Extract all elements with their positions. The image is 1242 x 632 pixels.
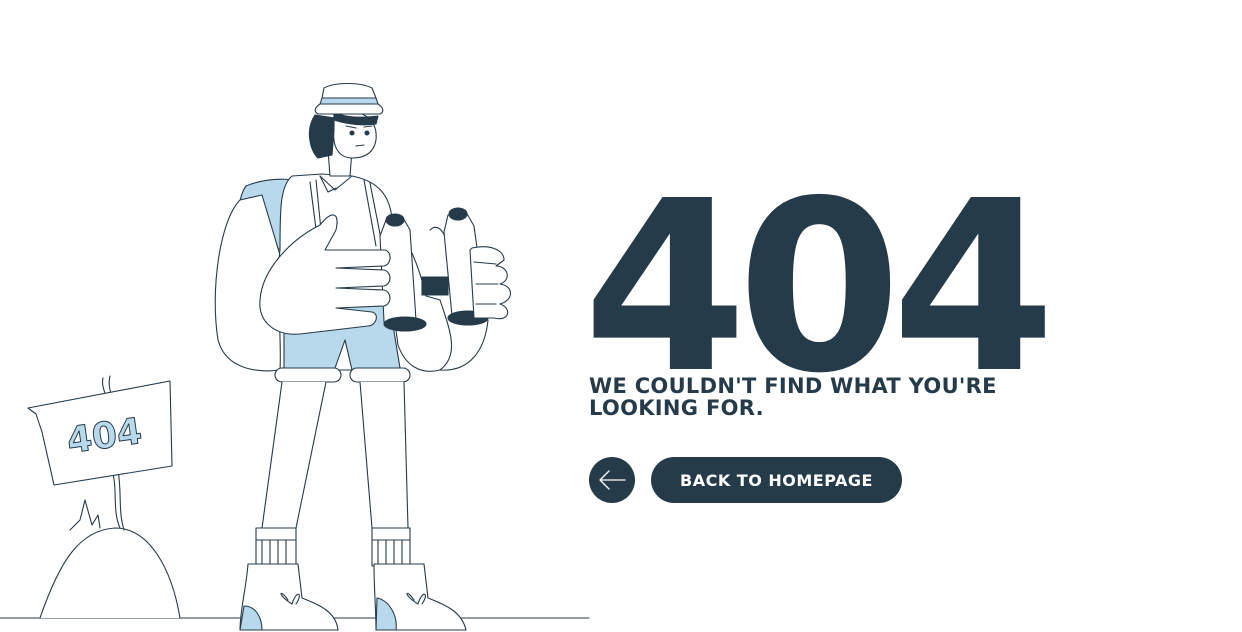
back-to-homepage-button[interactable]: BACK TO HOMEPAGE xyxy=(651,457,902,503)
signpost: 404 xyxy=(27,375,173,531)
right-boot xyxy=(373,563,467,631)
explorer-head xyxy=(308,82,384,159)
error-page: 404 404 WE COULDN'T FIND WHAT YOU'RE LOO… xyxy=(0,0,1242,632)
right-hand xyxy=(469,246,512,320)
explorer-illustration: 404 xyxy=(0,82,590,631)
action-row: BACK TO HOMEPAGE xyxy=(589,457,1019,503)
error-code: 404 xyxy=(583,150,1056,425)
arrow-left-icon xyxy=(599,470,626,490)
hill xyxy=(39,527,181,619)
error-content: 404 WE COULDN'T FIND WHAT YOU'RE LOOKING… xyxy=(583,170,1056,503)
back-arrow-button[interactable] xyxy=(589,457,635,503)
left-boot xyxy=(239,563,339,631)
